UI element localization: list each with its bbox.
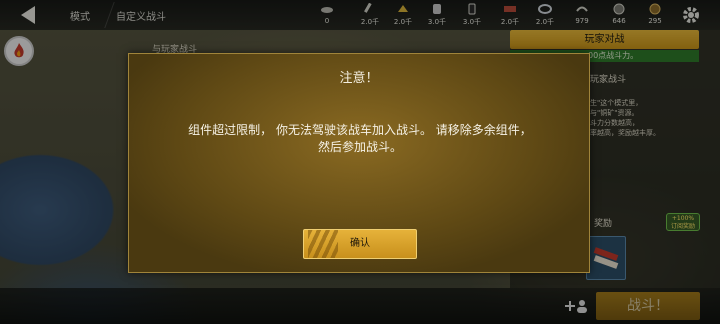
button-stripes bbox=[308, 230, 338, 258]
warning-dialog: 注意！ 组件超过限制， 你无法驾驶该战车加入战斗。 请移除多余组件， 然后参加战… bbox=[128, 53, 590, 273]
dialog-title: 注意！ bbox=[339, 71, 379, 86]
confirm-button[interactable]: 确认 bbox=[303, 229, 417, 259]
dialog-message-line: 然后参加战斗。 bbox=[317, 140, 402, 154]
dialog-message-line: 组件超过限制， 你无法驾驶该战车加入战斗。 请移除多余组件， bbox=[188, 123, 532, 137]
confirm-label: 确认 bbox=[350, 238, 370, 249]
dialog-message: 组件超过限制， 你无法驾驶该战车加入战斗。 请移除多余组件， 然后参加战斗。 bbox=[159, 122, 561, 156]
